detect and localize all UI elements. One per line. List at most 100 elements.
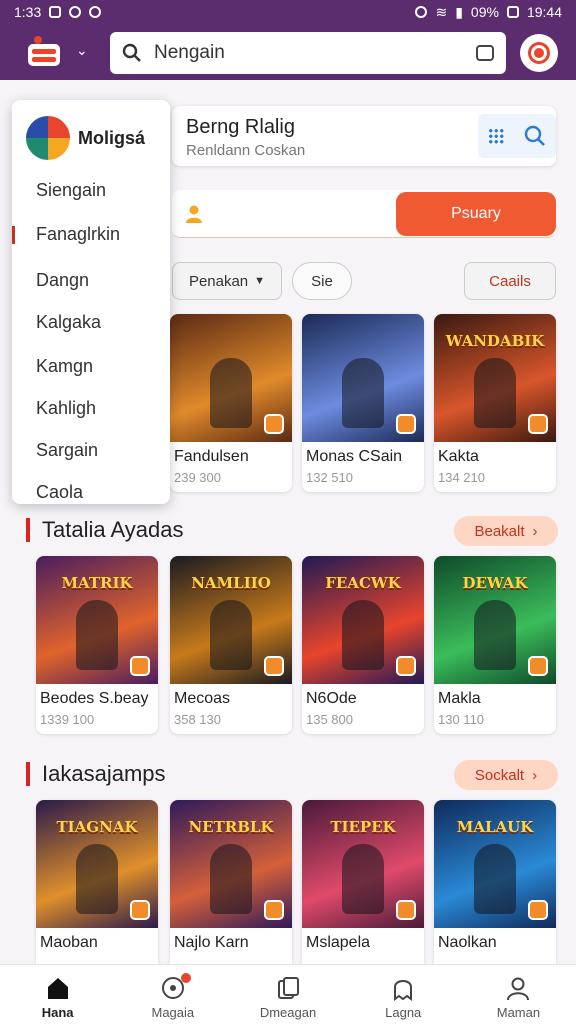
- promo-button[interactable]: Psuary: [396, 192, 556, 236]
- chevron-down-icon[interactable]: ⌄: [76, 42, 88, 59]
- game-card[interactable]: NETRBLK Najlo Karn: [170, 800, 292, 978]
- hero-figure: [474, 358, 516, 428]
- artwork-title: NETRBLK: [188, 818, 274, 836]
- see-all-label: Sockalt: [474, 766, 525, 784]
- game-name: Naolkan: [438, 934, 497, 951]
- brand-logo-icon: [26, 116, 70, 160]
- hero-figure: [342, 844, 384, 914]
- dropdown-item[interactable]: Sargain: [36, 440, 98, 461]
- nav-item[interactable]: Magaia: [115, 965, 230, 1024]
- battery-level: 09%: [470, 4, 499, 20]
- bottom-navigation: Hana Magaia Dmeagan Lagna Maman: [0, 964, 576, 1024]
- artwork-title: MATRIK: [61, 574, 133, 592]
- section-title: Iakasajamps: [26, 762, 166, 786]
- sort-dropdown[interactable]: Penakan ▼: [172, 262, 282, 300]
- game-badge-icon: [528, 900, 548, 920]
- game-name: Maoban: [40, 934, 98, 951]
- game-card[interactable]: WANDABIK Kakta 134 210: [434, 314, 556, 492]
- game-card[interactable]: TIEPEK Mslapela: [302, 800, 424, 978]
- hero-figure: [474, 600, 516, 670]
- nav-item[interactable]: Maman: [461, 965, 576, 1024]
- hero-figure: [210, 844, 252, 914]
- game-badge-icon: [130, 900, 150, 920]
- dropdown-item[interactable]: Fanaglrkin: [12, 224, 120, 245]
- game-artwork: MATRIK: [36, 556, 158, 684]
- panel-subtitle: Renldann Coskan: [186, 142, 306, 159]
- grid-icon[interactable]: [487, 128, 504, 144]
- game-artwork: DEWAK: [434, 556, 556, 684]
- game-count: 358 130: [174, 712, 221, 727]
- filter-chip[interactable]: Sie: [292, 262, 352, 300]
- game-name: Beodes S.beay: [40, 690, 149, 707]
- home-icon: [47, 978, 68, 999]
- game-badge-icon: [264, 414, 284, 434]
- game-card[interactable]: TIAGNAK Maoban: [36, 800, 158, 978]
- featured-panel[interactable]: Berng Rlalig Renldann Coskan: [172, 106, 556, 166]
- game-artwork: WANDABIK: [434, 314, 556, 442]
- game-artwork: TIAGNAK: [36, 800, 158, 928]
- dropdown-item[interactable]: Kamgn: [36, 356, 93, 377]
- hero-figure: [342, 358, 384, 428]
- game-badge-icon: [264, 656, 284, 676]
- dropdown-item[interactable]: Caola: [36, 482, 83, 503]
- game-name: N6Ode: [306, 690, 357, 707]
- dropdown-item[interactable]: Kahligh: [36, 398, 96, 419]
- game-card[interactable]: Fandulsen 239 300: [170, 314, 292, 492]
- profile-icon: [507, 977, 530, 1001]
- see-all-button[interactable]: Sockalt ›: [454, 760, 558, 790]
- nav-label: Lagna: [385, 1005, 422, 1020]
- nav-label: Maman: [496, 1005, 541, 1020]
- category-dropdown[interactable]: Moligsá Siengain Fanaglrkin Dangn Kalgaka Ka…: [12, 100, 170, 504]
- panel-title: Berng Rlalig: [186, 116, 295, 138]
- game-name: Mslapela: [306, 934, 371, 951]
- notification-dot: [181, 973, 192, 983]
- tabs-icon[interactable]: [476, 45, 494, 61]
- messenger-icon: [69, 6, 82, 18]
- status-clock: 19:44: [526, 4, 562, 20]
- game-card[interactable]: MALAUK Naolkan: [434, 800, 556, 978]
- categories-button[interactable]: Caails: [464, 262, 556, 300]
- sort-label: Penakan: [188, 272, 249, 290]
- panel-search-icon[interactable]: [523, 124, 547, 148]
- search-icon: [122, 43, 141, 62]
- nav-label: Magaia: [151, 1005, 195, 1020]
- game-card[interactable]: Monas CSain 132 510: [302, 314, 424, 492]
- game-count: 239 300: [174, 470, 221, 485]
- artwork-title: WANDABIK: [445, 332, 545, 350]
- game-name: Najlo Karn: [174, 934, 249, 951]
- hero-figure: [76, 844, 118, 914]
- game-artwork: MALAUK: [434, 800, 556, 928]
- nav-item[interactable]: Hana: [0, 965, 115, 1024]
- status-time: 1:33: [14, 4, 42, 20]
- dropdown-item[interactable]: Dangn: [36, 270, 89, 291]
- section-title: Tatalia Ayadas: [26, 518, 183, 542]
- ghost-icon: [394, 980, 413, 1001]
- game-badge-icon: [528, 414, 548, 434]
- game-card[interactable]: DEWAK Makla 130 110: [434, 556, 556, 734]
- game-card[interactable]: NAMLIIO Mecoas 358 130: [170, 556, 292, 734]
- hero-figure: [210, 600, 252, 670]
- dropdown-item[interactable]: Kalgaka: [36, 312, 101, 333]
- dropdown-brand: Moligsá: [78, 127, 146, 148]
- dropdown-item[interactable]: Siengain: [36, 180, 106, 201]
- game-badge-icon: [396, 900, 416, 920]
- game-badge-icon: [264, 900, 284, 920]
- nav-label: Hana: [41, 1005, 74, 1020]
- search-input[interactable]: Nengain: [154, 42, 476, 64]
- see-all-button[interactable]: Beakalt ›: [454, 516, 558, 546]
- chevron-right-icon: ›: [532, 766, 538, 784]
- artwork-title: NAMLIIO: [191, 574, 271, 592]
- nav-item[interactable]: Dmeagan: [230, 965, 345, 1024]
- notification-icon: [49, 6, 62, 18]
- nav-item[interactable]: Lagna: [346, 965, 461, 1024]
- game-badge-icon: [528, 656, 548, 676]
- artwork-title: MALAUK: [456, 818, 534, 836]
- game-card[interactable]: MATRIK Beodes S.beay 1339 100: [36, 556, 158, 734]
- store-logo-icon[interactable]: [24, 34, 64, 70]
- search-bar[interactable]: Nengain: [110, 32, 506, 74]
- game-artwork: NAMLIIO: [170, 556, 292, 684]
- settings-button[interactable]: [520, 34, 558, 72]
- status-bar: 1:33 ≋ ▮ 09% 19:44: [0, 0, 576, 24]
- game-card[interactable]: FEACWK N6Ode 135 800: [302, 556, 424, 734]
- artwork-title: TIAGNAK: [56, 818, 138, 836]
